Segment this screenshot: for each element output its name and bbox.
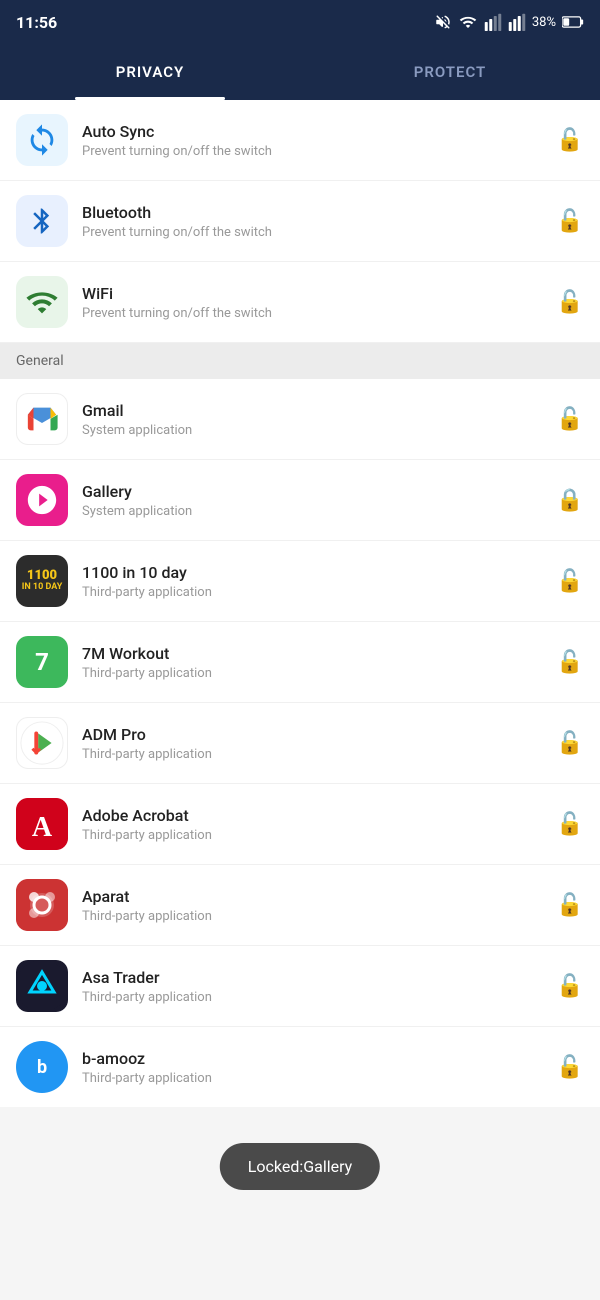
item-subtitle: System application	[82, 423, 556, 438]
lock-icon-adobe[interactable]: 🔓	[556, 810, 584, 838]
item-subtitle: Third-party application	[82, 1071, 556, 1086]
status-bar: 11:56 38%	[0, 0, 600, 44]
gmail-app-icon	[16, 393, 68, 445]
7m-app-icon: 7	[16, 636, 68, 688]
adobe-app-icon: A	[16, 798, 68, 850]
1100-app-icon: 1100 IN 10 DAY	[16, 555, 68, 607]
item-title: WiFi	[82, 284, 556, 303]
bluetooth-icon	[16, 195, 68, 247]
signal-icon	[484, 13, 502, 31]
item-subtitle: Third-party application	[82, 909, 556, 924]
gallery-app-icon	[16, 474, 68, 526]
lock-icon-7m[interactable]: 🔓	[556, 648, 584, 676]
lock-icon-autosync[interactable]: 🔓	[556, 126, 584, 154]
item-subtitle: Prevent turning on/off the switch	[82, 306, 556, 321]
section-divider: General	[0, 343, 600, 379]
mute-icon	[434, 13, 452, 31]
lock-icon-bluetooth[interactable]: 🔓	[556, 207, 584, 235]
asatrader-app-icon	[16, 960, 68, 1012]
list-item[interactable]: Auto Sync Prevent turning on/off the swi…	[0, 100, 600, 181]
list-item[interactable]: 7 7M Workout Third-party application 🔓	[0, 622, 600, 703]
item-title: Auto Sync	[82, 122, 556, 141]
list-item[interactable]: b b-amooz Third-party application 🔓	[0, 1027, 600, 1107]
toast-message: Locked:Gallery	[220, 1143, 380, 1190]
item-title: Adobe Acrobat	[82, 806, 556, 825]
autosync-icon	[16, 114, 68, 166]
list-item[interactable]: Gallery System application 🔒	[0, 460, 600, 541]
battery-text: 38%	[532, 15, 556, 30]
item-title: Aparat	[82, 887, 556, 906]
item-subtitle: Third-party application	[82, 990, 556, 1005]
svg-text:A: A	[32, 812, 53, 843]
wifi-icon	[16, 276, 68, 328]
item-title: Gmail	[82, 401, 556, 420]
item-title: Bluetooth	[82, 203, 556, 222]
item-subtitle: Third-party application	[82, 828, 556, 843]
item-subtitle: System application	[82, 504, 556, 519]
item-title: ADM Pro	[82, 725, 556, 744]
lock-icon-bamooz[interactable]: 🔓	[556, 1053, 584, 1081]
lock-icon-aparat[interactable]: 🔓	[556, 891, 584, 919]
tab-bar: PRIVACY PROTECT	[0, 44, 600, 100]
item-title: 7M Workout	[82, 644, 556, 663]
item-title: 1100 in 10 day	[82, 563, 556, 582]
wifi-status-icon	[458, 13, 478, 31]
item-subtitle: Third-party application	[82, 666, 556, 681]
lock-icon-gmail[interactable]: 🔓	[556, 405, 584, 433]
adm-app-icon	[16, 717, 68, 769]
list-item[interactable]: Asa Trader Third-party application 🔓	[0, 946, 600, 1027]
list-item[interactable]: ADM Pro Third-party application 🔓	[0, 703, 600, 784]
lock-icon-1100[interactable]: 🔓	[556, 567, 584, 595]
tab-protect[interactable]: PROTECT	[300, 44, 600, 100]
list-item[interactable]: Aparat Third-party application 🔓	[0, 865, 600, 946]
top-items-section: Auto Sync Prevent turning on/off the swi…	[0, 100, 600, 343]
item-subtitle: Third-party application	[82, 747, 556, 762]
item-subtitle: Prevent turning on/off the switch	[82, 144, 556, 159]
item-title: b-amooz	[82, 1049, 556, 1068]
lock-icon-gallery[interactable]: 🔒	[556, 486, 584, 514]
status-icons: 38%	[434, 13, 584, 31]
lock-icon-adm[interactable]: 🔓	[556, 729, 584, 757]
list-item[interactable]: 1100 IN 10 DAY 1100 in 10 day Third-part…	[0, 541, 600, 622]
list-item[interactable]: WiFi Prevent turning on/off the switch 🔓	[0, 262, 600, 343]
item-title: Asa Trader	[82, 968, 556, 987]
app-items-section: Gmail System application 🔓 Gallery Syste…	[0, 379, 600, 1107]
item-subtitle: Prevent turning on/off the switch	[82, 225, 556, 240]
list-item[interactable]: Bluetooth Prevent turning on/off the swi…	[0, 181, 600, 262]
signal2-icon	[508, 13, 526, 31]
battery-icon	[562, 15, 584, 29]
list-item[interactable]: Gmail System application 🔓	[0, 379, 600, 460]
tab-privacy[interactable]: PRIVACY	[0, 44, 300, 100]
bamooz-app-icon: b	[16, 1041, 68, 1093]
aparat-app-icon	[16, 879, 68, 931]
item-subtitle: Third-party application	[82, 585, 556, 600]
list-item[interactable]: A Adobe Acrobat Third-party application …	[0, 784, 600, 865]
lock-icon-wifi[interactable]: 🔓	[556, 288, 584, 316]
lock-icon-asatrader[interactable]: 🔓	[556, 972, 584, 1000]
status-time: 11:56	[16, 13, 57, 32]
item-title: Gallery	[82, 482, 556, 501]
